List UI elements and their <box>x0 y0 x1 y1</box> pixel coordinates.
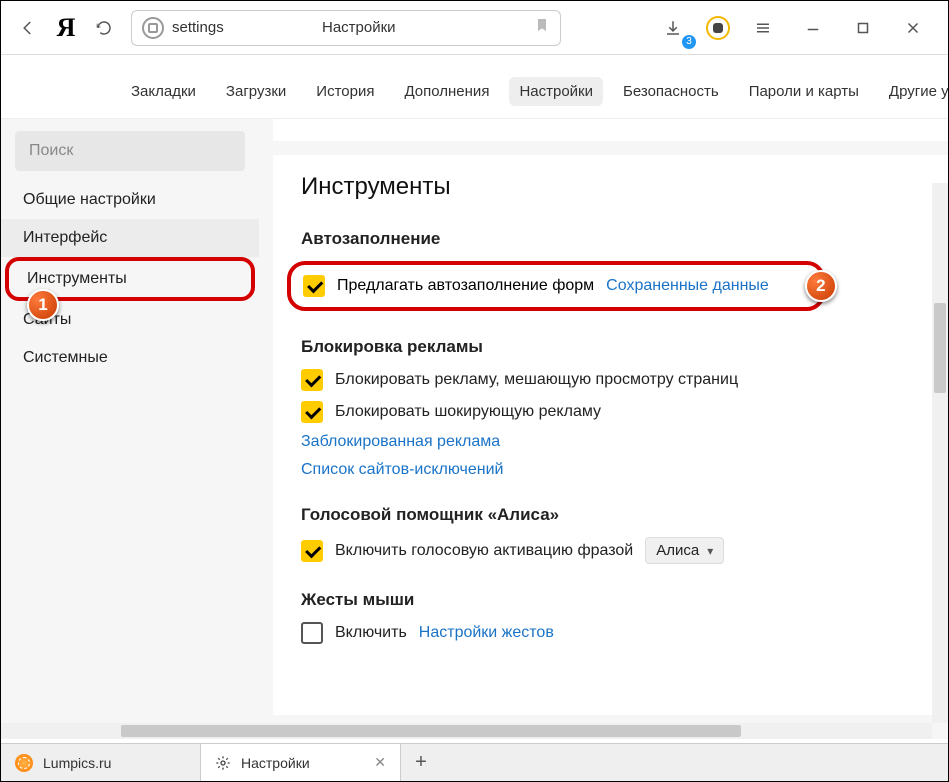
sidebar-item-interface[interactable]: Интерфейс <box>1 219 259 257</box>
link-blocked-ads[interactable]: Заблокированная реклама <box>301 433 500 451</box>
browser-tab-lumpics[interactable]: Lumpics.ru <box>1 744 201 781</box>
yandex-logo-icon[interactable]: Я <box>49 11 83 45</box>
toptab-extensions[interactable]: Дополнения <box>394 77 499 106</box>
window-close-button[interactable] <box>896 11 930 45</box>
extension-icon[interactable] <box>706 16 730 40</box>
window-minimize-button[interactable] <box>796 11 830 45</box>
menu-button[interactable] <box>746 11 780 45</box>
gear-icon <box>215 755 231 771</box>
autofill-row-highlight: Предлагать автозаполнение форм Сохраненн… <box>287 261 825 311</box>
checkbox-mouse-gestures-label: Включить <box>335 624 407 642</box>
checkbox-mouse-gestures[interactable] <box>301 622 323 644</box>
sidebar-item-general[interactable]: Общие настройки <box>1 181 259 219</box>
section-heading-alice: Голосовой помощник «Алиса» <box>301 505 948 525</box>
downloads-badge: 3 <box>682 35 696 49</box>
link-gesture-settings[interactable]: Настройки жестов <box>419 624 554 642</box>
sidebar-search[interactable]: Поиск <box>15 131 245 171</box>
settings-content: Инструменты Автозаполнение Предлагать ав… <box>259 119 948 739</box>
link-saved-data[interactable]: Сохраненные данные <box>606 277 769 295</box>
settings-top-tabs: Закладки Загрузки История Дополнения Нас… <box>1 55 948 119</box>
settings-main: Поиск Общие настройки Интерфейс Инструме… <box>1 119 948 739</box>
browser-tab-label: Lumpics.ru <box>43 755 111 771</box>
new-tab-button[interactable]: + <box>401 744 441 781</box>
browser-tab-strip: Lumpics.ru Настройки ✕ + <box>1 743 948 781</box>
toptab-history[interactable]: История <box>306 77 384 106</box>
lumpics-favicon-icon <box>15 754 33 772</box>
checkbox-block-shocking[interactable] <box>301 401 323 423</box>
checkbox-autofill-label: Предлагать автозаполнение форм <box>337 277 594 295</box>
toptab-downloads[interactable]: Загрузки <box>216 77 296 106</box>
vertical-scrollbar[interactable] <box>932 183 948 723</box>
toptab-devices[interactable]: Другие устройства <box>879 77 949 106</box>
tab-close-icon[interactable]: ✕ <box>374 754 386 771</box>
address-title: Настройки <box>322 19 396 36</box>
browser-tab-label: Настройки <box>241 755 310 771</box>
checkbox-block-annoying[interactable] <box>301 369 323 391</box>
browser-toolbar: Я settings Настройки 3 <box>1 1 948 55</box>
settings-sidebar: Поиск Общие настройки Интерфейс Инструме… <box>1 119 259 739</box>
downloads-button[interactable]: 3 <box>656 11 690 45</box>
checkbox-block-shocking-label: Блокировать шокирующую рекламу <box>335 403 601 421</box>
link-exclusion-list[interactable]: Список сайтов-исключений <box>301 461 503 479</box>
address-bar[interactable]: settings Настройки <box>131 10 561 46</box>
checkbox-block-annoying-label: Блокировать рекламу, мешающую просмотру … <box>335 371 738 389</box>
checkbox-alice-voice[interactable] <box>301 540 323 562</box>
toptab-bookmarks[interactable]: Закладки <box>121 77 206 106</box>
search-placeholder: Поиск <box>29 142 73 160</box>
sidebar-item-system[interactable]: Системные <box>1 339 259 377</box>
address-slug: settings <box>172 19 224 36</box>
section-heading-mouse: Жесты мыши <box>301 590 948 610</box>
section-heading-autofill: Автозаполнение <box>301 229 948 249</box>
section-heading-adblock: Блокировка рекламы <box>301 337 948 357</box>
horizontal-scrollbar[interactable] <box>1 723 932 739</box>
page-title: Инструменты <box>301 173 948 201</box>
checkbox-alice-voice-label: Включить голосовую активацию фразой <box>335 542 633 560</box>
checkbox-autofill[interactable] <box>303 275 325 297</box>
toptab-security[interactable]: Безопасность <box>613 77 729 106</box>
reload-button[interactable] <box>87 11 121 45</box>
bookmark-icon[interactable] <box>534 17 550 38</box>
site-favicon-icon <box>142 17 164 39</box>
toptab-settings[interactable]: Настройки <box>509 77 603 106</box>
window-maximize-button[interactable] <box>846 11 880 45</box>
annotation-callout-1: 1 <box>27 289 59 321</box>
browser-tab-settings[interactable]: Настройки ✕ <box>201 744 401 781</box>
toptab-passwords[interactable]: Пароли и карты <box>739 77 869 106</box>
select-alice-phrase[interactable]: Алиса <box>645 537 724 564</box>
back-button[interactable] <box>11 11 45 45</box>
annotation-callout-2: 2 <box>805 270 837 302</box>
